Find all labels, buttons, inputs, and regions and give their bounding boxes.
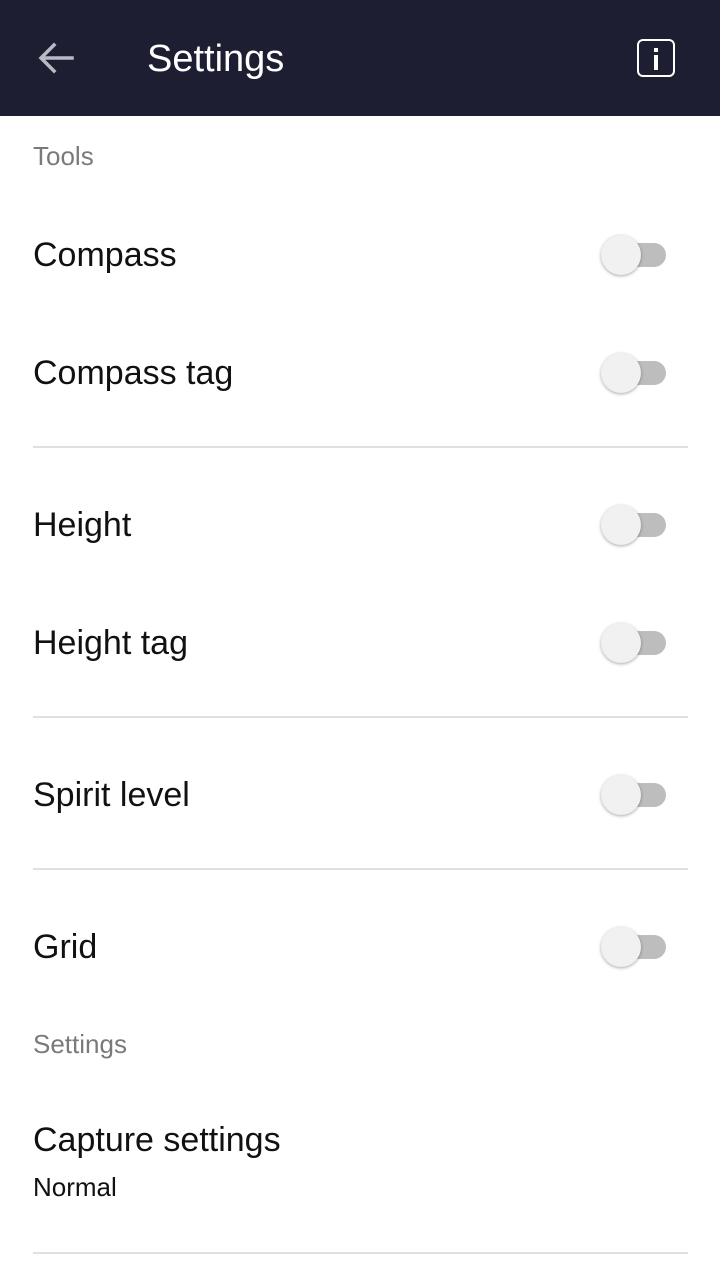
setting-label-grid: Grid xyxy=(33,928,98,966)
setting-row-height[interactable]: Height xyxy=(0,474,720,576)
info-button[interactable] xyxy=(622,24,690,92)
toggle-height[interactable] xyxy=(600,503,668,547)
setting-row-spirit-level[interactable]: Spirit level xyxy=(0,744,720,846)
setting-label-compass-tag: Compass tag xyxy=(33,354,234,392)
setting-label-height: Height xyxy=(33,506,132,544)
toggle-compass-tag[interactable] xyxy=(600,351,668,395)
capture-settings-value: Normal xyxy=(33,1172,117,1202)
toggle-grid[interactable] xyxy=(600,925,668,969)
section-header-settings: Settings xyxy=(33,1029,127,1059)
setting-row-compass-tag[interactable]: Compass tag xyxy=(0,322,720,424)
toggle-spirit-level[interactable] xyxy=(600,773,668,817)
toggle-thumb xyxy=(601,235,641,275)
setting-row-height-tag[interactable]: Height tag xyxy=(0,592,720,694)
toggle-thumb xyxy=(601,775,641,815)
toggle-compass[interactable] xyxy=(600,233,668,277)
divider xyxy=(33,716,688,718)
setting-label-compass: Compass xyxy=(33,236,177,274)
info-icon xyxy=(637,39,675,77)
divider xyxy=(33,446,688,448)
setting-row-compass[interactable]: Compass xyxy=(0,204,720,306)
setting-row-capture-settings[interactable]: Capture settings Normal xyxy=(0,1100,720,1230)
setting-label-height-tag: Height tag xyxy=(33,624,188,662)
toggle-thumb xyxy=(601,623,641,663)
section-header-tools: Tools xyxy=(33,141,94,171)
capture-settings-label: Capture settings xyxy=(33,1121,281,1159)
setting-label-spirit-level: Spirit level xyxy=(33,776,190,814)
toggle-thumb xyxy=(601,927,641,967)
setting-row-grid[interactable]: Grid xyxy=(0,896,720,998)
toggle-height-tag[interactable] xyxy=(600,621,668,665)
app-bar: Settings xyxy=(0,0,720,116)
back-button[interactable] xyxy=(22,24,90,92)
toggle-thumb xyxy=(601,353,641,393)
divider xyxy=(33,868,688,870)
divider xyxy=(33,1252,688,1254)
page-title: Settings xyxy=(147,38,285,80)
arrow-left-icon xyxy=(38,42,74,74)
toggle-thumb xyxy=(601,505,641,545)
